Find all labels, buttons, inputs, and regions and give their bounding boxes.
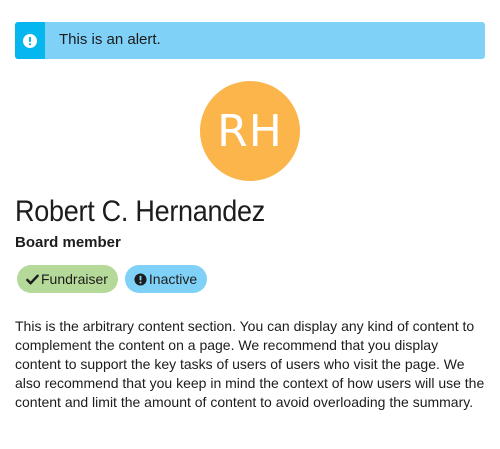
status-badge-fundraiser: Fundraiser bbox=[17, 265, 118, 293]
check-icon bbox=[26, 274, 39, 284]
content-section: This is the arbitrary content section. Y… bbox=[15, 318, 485, 410]
exclamation-circle-icon bbox=[23, 34, 37, 48]
alert-banner: This is an alert. bbox=[15, 22, 485, 59]
status-badges: Fundraiser Inactive bbox=[17, 265, 208, 293]
badge-label: Fundraiser bbox=[41, 271, 108, 287]
avatar-initials: RH bbox=[217, 105, 283, 157]
profile-role: Board member bbox=[15, 234, 121, 251]
profile-summary-page: This is an alert. RH Robert C. Hernandez… bbox=[0, 0, 500, 449]
avatar: RH bbox=[200, 81, 300, 181]
badge-label: Inactive bbox=[148, 271, 198, 287]
profile-name: Robert C. Hernandez bbox=[15, 195, 266, 228]
exclamation-circle-icon bbox=[134, 272, 147, 286]
status-badge-inactive: Inactive bbox=[124, 265, 208, 293]
alert-icon-strip bbox=[15, 22, 45, 59]
alert-text: This is an alert. bbox=[59, 31, 161, 48]
